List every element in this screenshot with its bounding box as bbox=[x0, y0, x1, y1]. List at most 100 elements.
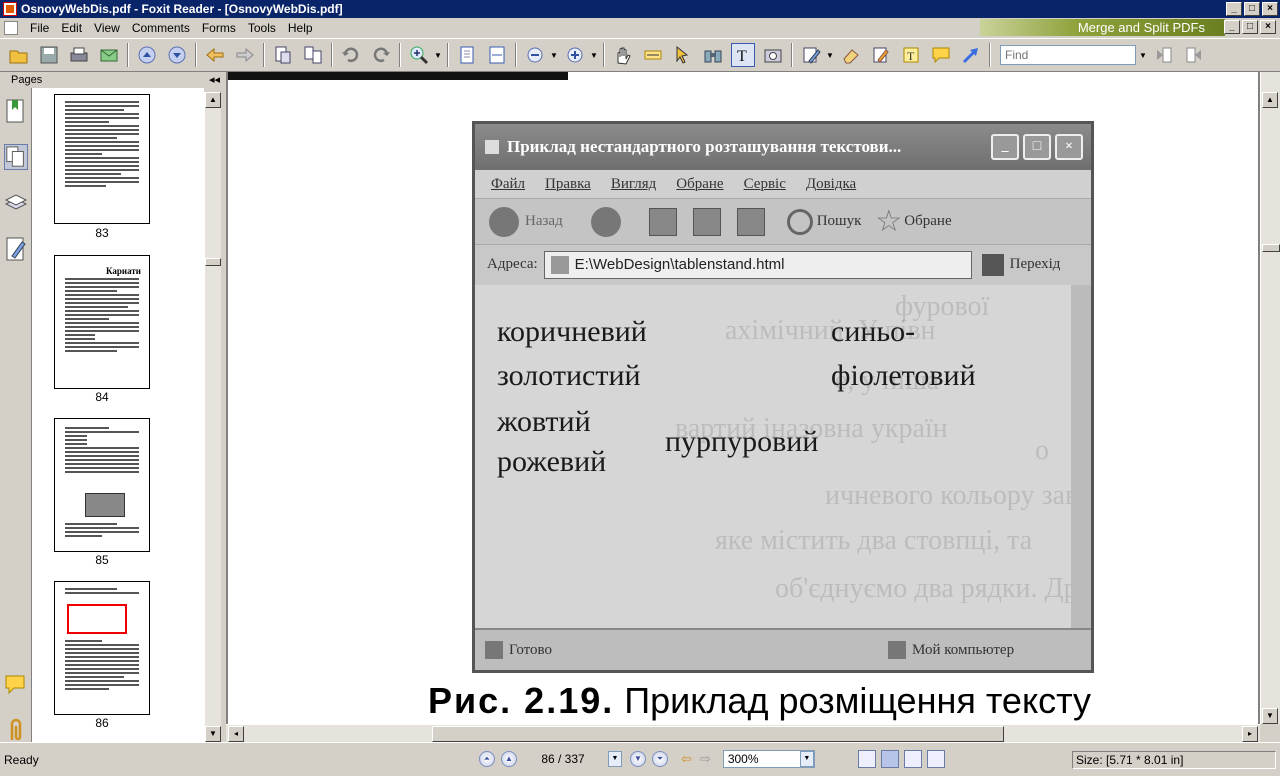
document-view[interactable]: Приклад нестандартного розташування текс… bbox=[226, 72, 1260, 724]
document-icon[interactable] bbox=[4, 21, 18, 35]
find-input[interactable] bbox=[1000, 45, 1136, 65]
split-icon[interactable] bbox=[301, 43, 325, 67]
zoom-in-icon[interactable] bbox=[407, 43, 431, 67]
close-button[interactable]: × bbox=[1262, 2, 1278, 16]
thumbnails-scroll-down-button[interactable]: ▼ bbox=[205, 726, 221, 742]
signatures-tab-icon[interactable] bbox=[4, 236, 28, 262]
page-number-field[interactable]: 86 / 337 bbox=[520, 752, 606, 766]
pages-tab-icon[interactable] bbox=[4, 144, 28, 170]
find-dropdown[interactable]: ▼ bbox=[1139, 51, 1147, 60]
forward-icon[interactable] bbox=[233, 43, 257, 67]
figure-star-icon: ☆ bbox=[875, 205, 903, 238]
doc-close-button[interactable]: × bbox=[1260, 20, 1276, 34]
maximize-button[interactable]: □ bbox=[1244, 2, 1260, 16]
doc-minimize-button[interactable]: _ bbox=[1224, 20, 1240, 34]
continuous-layout-icon[interactable] bbox=[881, 750, 899, 768]
continuous-facing-layout-icon[interactable] bbox=[927, 750, 945, 768]
menu-comments[interactable]: Comments bbox=[126, 21, 196, 35]
figure-word-blue-violet-1: синьо- bbox=[831, 315, 916, 348]
thumbnails-scrollbar[interactable]: ▲ ▼ bbox=[204, 92, 221, 742]
menu-file[interactable]: File bbox=[24, 21, 55, 35]
previous-page-button[interactable]: ▲ bbox=[501, 751, 517, 767]
comments-tab-icon[interactable] bbox=[4, 672, 28, 698]
thumbnail-page-85[interactable] bbox=[54, 418, 150, 552]
zoom-level-field[interactable]: 300% ▼ bbox=[722, 750, 815, 768]
doc-restore-button[interactable]: □ bbox=[1242, 20, 1258, 34]
single-page-layout-icon[interactable] bbox=[858, 750, 876, 768]
thumbnail-page-84[interactable]: Кариати bbox=[54, 255, 150, 389]
figure-word-purple: пурпуровий bbox=[665, 425, 819, 458]
document-vertical-scroll-thumb[interactable] bbox=[1262, 244, 1280, 252]
merge-split-banner[interactable]: Merge and Split PDFs bbox=[980, 19, 1225, 36]
back-icon[interactable] bbox=[203, 43, 227, 67]
textbox-icon[interactable]: T bbox=[899, 43, 923, 67]
thumbnail-page-86[interactable] bbox=[54, 581, 150, 715]
typewriter-icon[interactable]: T bbox=[731, 43, 755, 67]
figure-page-icon bbox=[550, 255, 569, 274]
document-vertical-scrollbar[interactable]: ▲ ▼ bbox=[1260, 72, 1280, 724]
document-scroll-up-button[interactable]: ▲ bbox=[1262, 92, 1278, 108]
document-scroll-down-button[interactable]: ▼ bbox=[1262, 708, 1278, 724]
arrow-tool-icon[interactable] bbox=[959, 43, 983, 67]
next-page-button[interactable]: ▼ bbox=[630, 751, 646, 767]
find-next-icon[interactable] bbox=[1182, 43, 1206, 67]
print-icon[interactable] bbox=[67, 43, 91, 67]
hand-icon[interactable] bbox=[611, 43, 635, 67]
menu-forms[interactable]: Forms bbox=[196, 21, 242, 35]
select-text-icon[interactable] bbox=[641, 43, 665, 67]
figure-go-label: Перехід bbox=[1009, 256, 1061, 272]
email-icon[interactable] bbox=[97, 43, 121, 67]
minimize-button[interactable]: _ bbox=[1226, 2, 1242, 16]
figure-menu-file: Файл bbox=[491, 175, 526, 192]
page-down-icon[interactable] bbox=[165, 43, 189, 67]
arrow-icon[interactable] bbox=[671, 43, 695, 67]
go-back-view-icon[interactable]: ⇦ bbox=[681, 751, 692, 767]
collapse-panel-icon[interactable]: ◂◂ bbox=[209, 72, 220, 88]
figure-computer-icon bbox=[888, 641, 906, 659]
zoom-in-plus-icon[interactable] bbox=[563, 43, 587, 67]
open-icon[interactable] bbox=[7, 43, 31, 67]
menu-view[interactable]: View bbox=[88, 21, 126, 35]
note-icon[interactable] bbox=[929, 43, 953, 67]
fit-page-icon[interactable] bbox=[455, 43, 479, 67]
bookmarks-tab-icon[interactable] bbox=[4, 98, 28, 124]
facing-layout-icon[interactable] bbox=[904, 750, 922, 768]
figure-page-content: фурової ахімічний. У півн е, у піша варт… bbox=[475, 285, 1091, 629]
fit-width-icon[interactable] bbox=[485, 43, 509, 67]
status-bar: Ready ⏶ ▲ 86 / 337 ▼ ▼ ⏷ ⇦ ⇨ 300% ▼ Size… bbox=[0, 742, 1280, 776]
page-up-icon[interactable] bbox=[135, 43, 159, 67]
page-number-dropdown[interactable]: ▼ bbox=[608, 751, 622, 767]
eraser-icon[interactable] bbox=[839, 43, 863, 67]
thumbnails-scroll-thumb[interactable] bbox=[205, 258, 221, 266]
thumbnail-label-84: 84 bbox=[95, 390, 109, 404]
find-previous-icon[interactable] bbox=[1152, 43, 1176, 67]
thumbnail-label-85: 85 bbox=[95, 553, 109, 567]
undo-icon[interactable] bbox=[339, 43, 363, 67]
figure-word-blue-violet-2: фіолетовий bbox=[831, 359, 976, 392]
zoom-out-minus-icon[interactable] bbox=[523, 43, 547, 67]
last-page-button[interactable]: ⏷ bbox=[652, 751, 668, 767]
menu-tools[interactable]: Tools bbox=[242, 21, 282, 35]
menu-help[interactable]: Help bbox=[282, 21, 319, 35]
document-horizontal-scrollbar[interactable]: ◂ ▸ bbox=[226, 724, 1260, 742]
binoculars-icon[interactable] bbox=[701, 43, 725, 67]
layers-tab-icon[interactable] bbox=[4, 190, 28, 216]
thumbnail-visible-area[interactable] bbox=[67, 604, 127, 634]
figure-minimize-icon: _ bbox=[991, 134, 1019, 160]
snapshot-icon[interactable] bbox=[761, 43, 785, 67]
attachments-tab-icon[interactable] bbox=[4, 718, 28, 744]
thumbnail-page-83[interactable] bbox=[54, 94, 150, 224]
document-scroll-left-button[interactable]: ◂ bbox=[228, 726, 244, 742]
go-forward-view-icon[interactable]: ⇨ bbox=[700, 751, 711, 767]
pen-icon[interactable] bbox=[799, 43, 823, 67]
save-icon[interactable] bbox=[37, 43, 61, 67]
first-page-button[interactable]: ⏶ bbox=[479, 751, 495, 767]
menu-edit[interactable]: Edit bbox=[55, 21, 88, 35]
thumbnails-scroll-up-button[interactable]: ▲ bbox=[205, 92, 221, 108]
zoom-level-dropdown[interactable]: ▼ bbox=[799, 751, 814, 767]
document-horizontal-scroll-thumb[interactable] bbox=[432, 726, 1004, 742]
extract-icon[interactable] bbox=[271, 43, 295, 67]
document-scroll-right-button[interactable]: ▸ bbox=[1242, 726, 1258, 742]
highlighter-icon[interactable] bbox=[869, 43, 893, 67]
redo-icon[interactable] bbox=[369, 43, 393, 67]
